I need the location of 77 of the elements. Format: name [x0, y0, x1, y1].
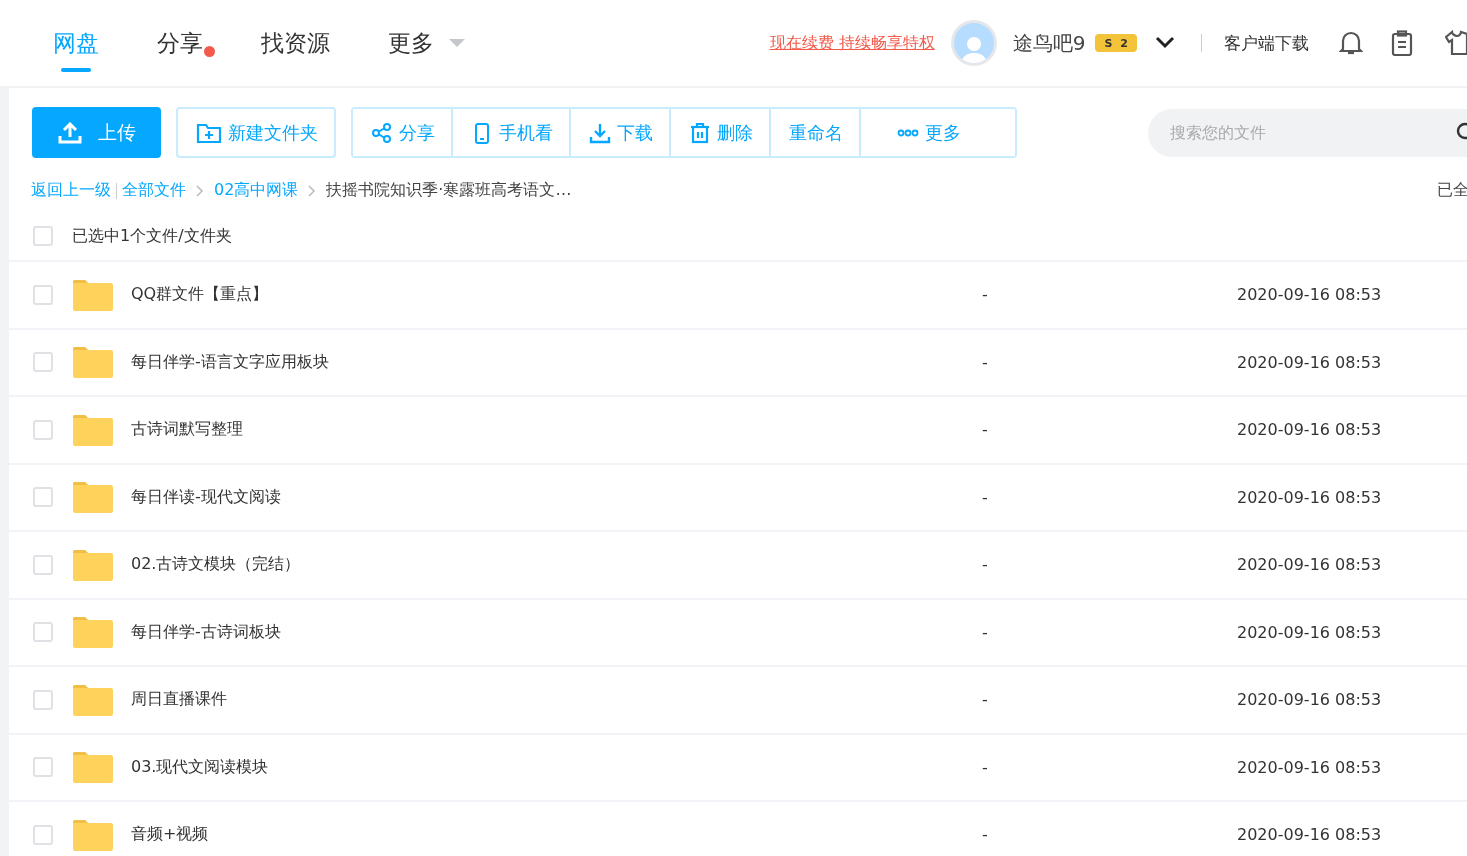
- checkbox[interactable]: [33, 352, 53, 373]
- file-name[interactable]: 古诗词默写整理: [131, 419, 243, 441]
- file-name[interactable]: 音频+视频: [131, 824, 209, 846]
- checkbox[interactable]: [33, 419, 53, 440]
- file-name[interactable]: 每日伴学-语言文字应用板块: [131, 351, 329, 373]
- file-name[interactable]: 每日伴读-现代文阅读: [131, 486, 281, 508]
- file-size: -: [982, 285, 988, 305]
- file-size: -: [982, 420, 988, 440]
- file-name[interactable]: 02.古诗文模块（完结）: [131, 554, 301, 576]
- folder-icon: [73, 616, 113, 649]
- modified-time: 2020-09-16 08:53: [1237, 622, 1382, 642]
- avatar[interactable]: [950, 20, 997, 66]
- file-row[interactable]: 古诗词默写整理 - 2020-09-16 08:53: [9, 397, 1467, 465]
- folder-icon: [73, 548, 113, 581]
- checkbox[interactable]: [33, 824, 53, 845]
- file-name[interactable]: 每日伴学-古诗词板块: [131, 621, 281, 643]
- file-name[interactable]: QQ群文件【重点】: [131, 284, 269, 306]
- file-row[interactable]: 02.古诗文模块（完结） - 2020-09-16 08:53: [9, 532, 1467, 600]
- breadcrumb-current: 扶摇书院知识季·寒露班高考语文…: [326, 180, 572, 201]
- folder-plus-icon: [196, 121, 222, 144]
- chevron-right-icon: [196, 184, 204, 197]
- folder-icon: [73, 751, 113, 784]
- clipboard-icon[interactable]: [1391, 30, 1413, 56]
- modified-time: 2020-09-16 08:53: [1237, 757, 1382, 777]
- caret-icon: [448, 38, 466, 48]
- file-row[interactable]: 每日伴学-语言文字应用板块 - 2020-09-16 08:53: [9, 329, 1467, 397]
- user-name[interactable]: 途鸟吧9: [1012, 29, 1086, 57]
- checkbox[interactable]: [33, 622, 53, 643]
- modified-time: 2020-09-16 08:53: [1237, 555, 1382, 575]
- modified-time: 2020-09-16 08:53: [1237, 352, 1382, 372]
- file-size: -: [982, 690, 988, 710]
- file-size: -: [982, 825, 988, 845]
- file-row[interactable]: 音频+视频 - 2020-09-16 08:53: [9, 802, 1467, 856]
- modified-time: 2020-09-16 08:53: [1237, 487, 1382, 507]
- folder-icon: [73, 278, 113, 311]
- shirt-icon[interactable]: [1445, 30, 1467, 56]
- file-row[interactable]: QQ群文件【重点】 - 2020-09-16 08:53: [9, 262, 1467, 330]
- client-download-link[interactable]: 客户端下载: [1224, 31, 1309, 55]
- file-size: -: [982, 757, 988, 777]
- modified-time: 2020-09-16 08:53: [1237, 420, 1382, 440]
- file-row[interactable]: 周日直播课件 - 2020-09-16 08:53: [9, 667, 1467, 735]
- file-size: -: [982, 555, 988, 575]
- bell-icon[interactable]: [1339, 30, 1363, 56]
- nav-tab[interactable]: 找资源: [261, 0, 330, 86]
- file-name[interactable]: 03.现代文阅读模块: [131, 756, 269, 778]
- chevron-right-icon: [308, 184, 317, 197]
- file-size: -: [982, 622, 988, 642]
- file-row[interactable]: 03.现代文阅读模块 - 2020-09-16 08:53: [9, 734, 1467, 802]
- download-icon: [589, 121, 611, 144]
- trash-icon: [689, 121, 711, 144]
- folder-icon: [73, 818, 113, 851]
- modified-time: 2020-09-16 08:53: [1237, 690, 1382, 710]
- nav-tab[interactable]: 更多: [388, 0, 466, 86]
- checkbox[interactable]: [33, 487, 53, 508]
- file-name[interactable]: 周日直播课件: [131, 689, 227, 711]
- checkbox[interactable]: [33, 689, 53, 710]
- checkbox[interactable]: [33, 554, 53, 575]
- folder-icon: [73, 683, 113, 716]
- modified-time: 2020-09-16 08:53: [1237, 825, 1382, 845]
- modified-time: 2020-09-16 08:53: [1237, 285, 1382, 305]
- upload-icon: [57, 121, 82, 144]
- checkbox[interactable]: [33, 226, 53, 246]
- checkbox[interactable]: [33, 757, 53, 778]
- checkbox[interactable]: [33, 284, 53, 305]
- folder-icon: [73, 346, 113, 379]
- file-size: -: [982, 352, 988, 372]
- nav-tab[interactable]: 分享: [157, 0, 203, 86]
- vip-level-badge: S 2: [1095, 34, 1137, 52]
- folder-icon: [73, 413, 113, 446]
- folder-icon: [73, 481, 113, 514]
- share-icon: [371, 121, 393, 144]
- search-field[interactable]: 搜索您的文件: [1148, 108, 1467, 157]
- selection-count: 已选中1个文件/文件夹: [72, 225, 232, 247]
- file-row[interactable]: 每日伴学-古诗词板块 - 2020-09-16 08:53: [9, 599, 1467, 667]
- file-size: -: [982, 487, 988, 507]
- chevron-down-icon[interactable]: [1155, 36, 1175, 50]
- file-row[interactable]: 每日伴读-现代文阅读 - 2020-09-16 08:53: [9, 464, 1467, 532]
